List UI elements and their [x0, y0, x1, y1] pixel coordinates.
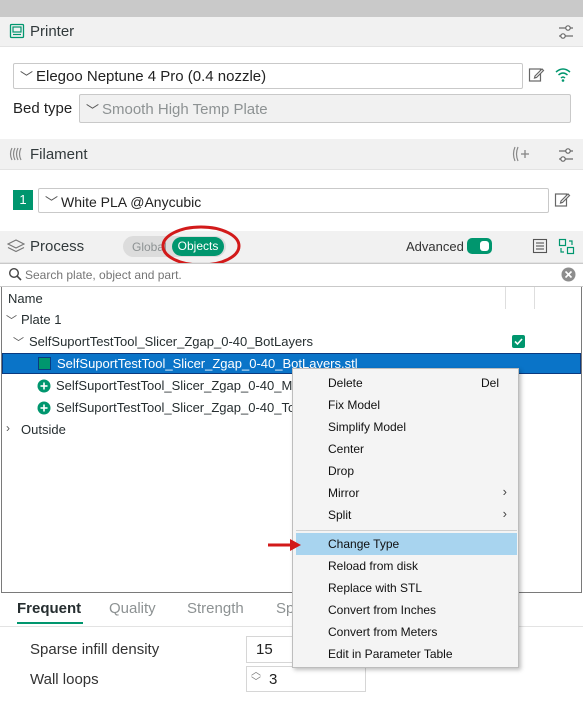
filament-slot-badge: 1 [13, 190, 33, 210]
menu-item-label: Center [328, 442, 365, 456]
advanced-toggle-switch[interactable] [467, 238, 492, 254]
tab-strength[interactable]: Strength [187, 600, 244, 617]
printer-section-header: Printer [0, 17, 583, 47]
sparse-infill-value: 15 [256, 641, 273, 658]
process-section-title: Process [30, 238, 85, 255]
tree-column-divider [534, 287, 535, 309]
menu-item-label: Change Type [328, 537, 400, 551]
wall-loops-label: Wall loops [30, 671, 99, 688]
filament-icon [8, 146, 26, 165]
advanced-label: Advanced [406, 239, 464, 254]
filament-section-title: Filament [30, 146, 88, 163]
menu-item-fix-model[interactable]: Fix Model [296, 394, 517, 416]
chevron-down-icon: ﹀ [6, 315, 17, 327]
menu-item-replace-with-stl[interactable]: Replace with STL [296, 577, 517, 599]
clear-search-icon[interactable] [561, 267, 576, 285]
search-bar[interactable] [0, 263, 583, 287]
filament-edit-icon[interactable] [554, 191, 571, 211]
menu-item-edit-in-parameter-table[interactable]: Edit in Parameter Table [296, 643, 517, 665]
part-label: SelfSuportTestTool_Slicer_Zgap_0-40_Ma [56, 378, 300, 393]
search-input[interactable] [25, 266, 545, 284]
menu-item-label: Mirror [328, 486, 360, 500]
process-layers-icon [6, 239, 26, 258]
bed-type-label: Bed type [13, 100, 73, 117]
add-part-icon [37, 401, 51, 418]
menu-item-change-type[interactable]: Change Type [296, 533, 517, 555]
chevron-down-icon: ﹀ [45, 195, 59, 210]
add-part-icon [37, 379, 51, 396]
printer-edit-icon[interactable] [528, 66, 545, 86]
menu-item-label: Split [328, 508, 352, 522]
search-icon [8, 267, 22, 284]
printer-settings-icon[interactable] [557, 23, 575, 44]
bed-type-select[interactable]: ﹀ Smooth High Temp Plate [79, 94, 571, 123]
menu-item-label: Convert from Inches [328, 603, 437, 617]
menu-item-reload-from-disk[interactable]: Reload from disk [296, 555, 517, 577]
bed-type-value: Smooth High Temp Plate [102, 101, 268, 118]
filament-select[interactable]: ﹀ White PLA @Anycubic [38, 188, 549, 213]
menu-item-drop[interactable]: Drop [296, 460, 517, 482]
menu-item-label: Replace with STL [328, 581, 423, 595]
wall-loops-stepper[interactable]: ︿ ﹀ 3 [246, 666, 366, 692]
printer-select-value: Elegoo Neptune 4 Pro (0.4 nozzle) [36, 68, 267, 85]
object-label: SelfSuportTestTool_Slicer_Zgap_0-40_BotL… [29, 334, 314, 349]
context-menu: Delete Del Fix Model Simplify Model Cent… [292, 368, 519, 668]
printer-section-title: Printer [30, 23, 75, 40]
list-view-icon[interactable] [532, 238, 548, 257]
menu-item-label: Reload from disk [328, 559, 419, 573]
menu-item-center[interactable]: Center [296, 438, 517, 460]
menu-item-convert-from-inches[interactable]: Convert from Inches [296, 599, 517, 621]
filament-settings-icon[interactable] [557, 146, 575, 167]
chevron-right-icon: › [6, 421, 10, 435]
tab-quality[interactable]: Quality [109, 600, 156, 617]
menu-item-label: Fix Model [328, 398, 381, 412]
chevron-right-icon: › [502, 484, 507, 499]
top-strip [0, 0, 583, 17]
menu-item-simplify-model[interactable]: Simplify Model [296, 416, 517, 438]
plate-label: Plate 1 [21, 312, 62, 327]
menu-item-convert-from-meters[interactable]: Convert from Meters [296, 621, 517, 643]
filament-select-value: White PLA @Anycubic [61, 194, 202, 210]
outside-label: Outside [21, 422, 66, 437]
menu-item-label: Simplify Model [328, 420, 407, 434]
object-printable-checkbox[interactable] [512, 335, 525, 348]
menu-item-mirror[interactable]: Mirror › [296, 482, 517, 504]
chevron-down-icon: ﹀ [13, 337, 24, 349]
stepper-arrows-icon[interactable]: ︿ ﹀ [251, 668, 261, 688]
printer-select[interactable]: ﹀ Elegoo Neptune 4 Pro (0.4 nozzle) [13, 63, 523, 89]
wifi-icon[interactable] [554, 65, 572, 86]
tree-row-plate[interactable]: ﹀ Plate 1 [2, 309, 581, 331]
menu-item-shortcut: Del [480, 376, 499, 390]
chevron-right-icon: › [502, 506, 507, 521]
part-type-icon [38, 357, 51, 370]
sparse-infill-label: Sparse infill density [30, 641, 160, 658]
tree-column-divider [505, 287, 506, 309]
menu-item-label: Convert from Meters [328, 625, 438, 639]
filament-section-header: Filament [0, 139, 583, 170]
tab-frequent-underline [17, 622, 83, 624]
compare-icon[interactable] [558, 238, 575, 258]
wall-loops-value: 3 [269, 671, 278, 688]
tree-header-name: Name [8, 291, 43, 306]
process-section-header: Process Global Objects Advanced [0, 231, 583, 263]
add-filament-icon[interactable] [511, 145, 531, 166]
menu-item-delete[interactable]: Delete Del [296, 372, 517, 394]
menu-item-label: Drop [328, 464, 355, 478]
menu-item-label: Edit in Parameter Table [328, 647, 453, 661]
menu-separator [296, 530, 517, 531]
part-label: SelfSuportTestTool_Slicer_Zgap_0-40_Top [56, 400, 303, 415]
tree-row-object[interactable]: ﹀ SelfSuportTestTool_Slicer_Zgap_0-40_Bo… [2, 331, 581, 353]
menu-item-split[interactable]: Split › [296, 504, 517, 526]
menu-item-label: Delete [328, 376, 363, 390]
advanced-toggle-knob [480, 241, 489, 251]
tab-frequent[interactable]: Frequent [17, 600, 81, 617]
chevron-down-icon: ﹀ [86, 103, 100, 118]
printer-icon [9, 23, 25, 42]
chevron-down-icon: ﹀ [20, 70, 34, 85]
annotation-arrow [268, 539, 301, 551]
